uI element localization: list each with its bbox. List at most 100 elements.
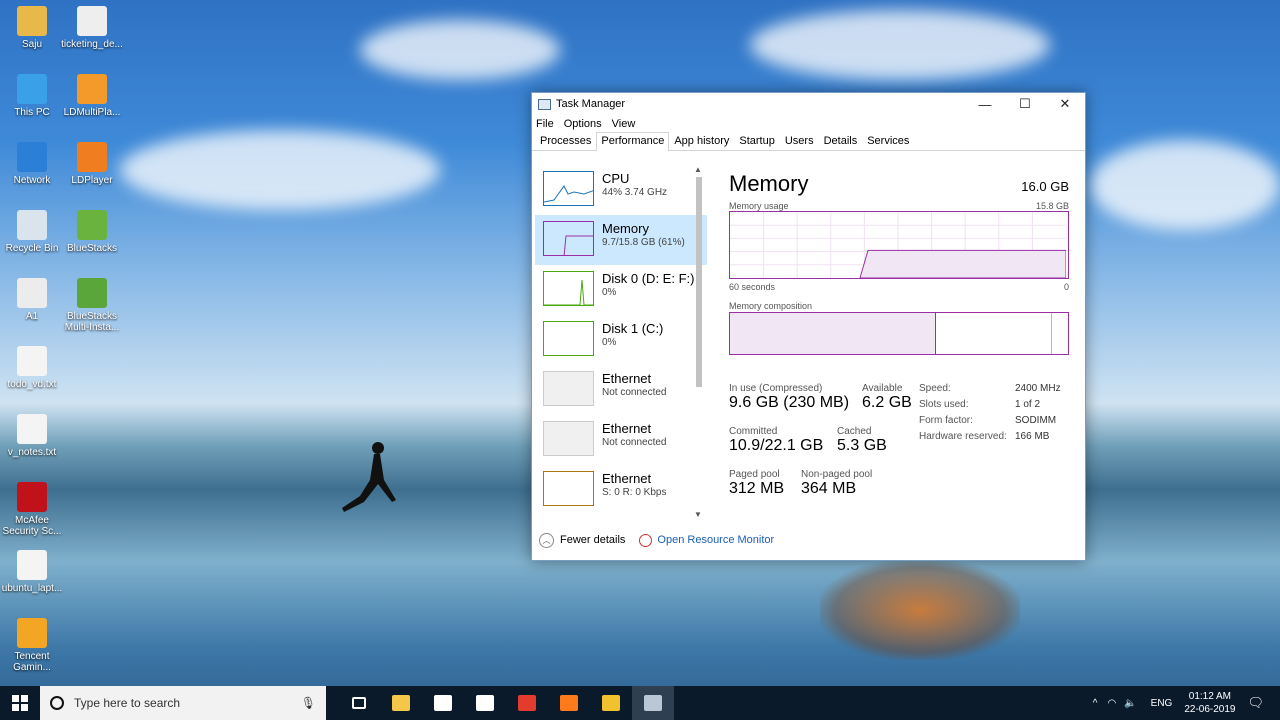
resource-detail: 0% — [602, 337, 617, 348]
resource-sparkline — [544, 372, 594, 406]
resource-list-scrollbar[interactable]: ▲ ▼ — [693, 165, 705, 519]
paged-pool-value: 312 MB — [729, 480, 785, 497]
game-icon — [602, 695, 620, 711]
resource-item[interactable]: Ethernet Not connected — [535, 415, 707, 465]
maximize-button[interactable]: ☐ — [1005, 93, 1045, 115]
taskbar-task-manager-button[interactable] — [632, 686, 674, 720]
tab-bar: Processes Performance App history Startup Us… — [532, 132, 1085, 151]
taskbar-mail-button[interactable] — [464, 686, 506, 720]
show-hidden-icons-icon[interactable]: ^ — [1093, 698, 1098, 709]
chevron-up-icon[interactable]: ︿ — [539, 532, 554, 548]
committed-value: 10.9/22.1 GB — [729, 437, 824, 454]
resource-thumbnail-graph — [543, 271, 594, 306]
close-button[interactable]: ✕ — [1045, 93, 1085, 115]
clock-date: 22-06-2019 — [1184, 704, 1236, 715]
sparkline-line — [544, 279, 593, 305]
menu-options[interactable]: Options — [564, 118, 602, 130]
resource-item[interactable]: Ethernet S: 0 R: 0 Kbps — [535, 465, 707, 515]
spec-row: Speed: 2400 MHz — [919, 383, 1069, 394]
desktop-icon[interactable]: McAfee Security Sc... — [0, 482, 67, 537]
cached-value: 5.3 GB — [837, 437, 887, 454]
scrollbar-thumb[interactable] — [696, 177, 702, 387]
desktop-icon-label: ubuntu_lapt... — [1, 583, 63, 594]
spec-value: 2400 MHz — [1015, 383, 1061, 394]
sun-reflection — [820, 560, 1020, 660]
desktop-icon-image — [17, 550, 47, 580]
desktop-icon-label: LDMultiPla... — [63, 107, 121, 118]
network-icon[interactable]: ◠ — [1107, 698, 1116, 709]
taskbar-store-button[interactable] — [422, 686, 464, 720]
desktop-icon[interactable]: Tencent Gamin... — [0, 618, 67, 673]
tab-processes[interactable]: Processes — [535, 132, 596, 150]
desktop-icon[interactable]: LDMultiPla... — [57, 74, 127, 118]
tab-app-history[interactable]: App history — [669, 132, 734, 150]
desktop-icon-image — [17, 346, 47, 376]
cloud — [120, 130, 440, 210]
resource-item[interactable]: Disk 1 (C:) 0% — [535, 315, 707, 365]
tab-details[interactable]: Details — [819, 132, 863, 150]
non-paged-pool-value: 364 MB — [801, 480, 857, 497]
desktop-icon[interactable]: BlueStacks Multi-Insta... — [57, 278, 127, 333]
language-indicator[interactable]: ENG — [1151, 698, 1173, 709]
time-span-label: 60 seconds — [729, 282, 776, 292]
volume-icon[interactable]: 🔈 — [1124, 698, 1136, 709]
desktop-icon-image — [17, 74, 47, 104]
fewer-details-link[interactable]: Fewer details — [560, 534, 625, 546]
taskbar: Type here to search 🎙 ^ ◠ 🔈 ENG 01:12 AM… — [0, 686, 1280, 720]
open-resource-monitor-link[interactable]: Open Resource Monitor — [657, 534, 774, 546]
spec-label: Hardware reserved: — [919, 431, 1007, 442]
desktop-icon[interactable]: ubuntu_lapt... — [0, 550, 67, 594]
desktop-icon[interactable]: BlueStacks — [57, 210, 127, 254]
desktop-icon[interactable]: v_notes.txt — [0, 414, 67, 458]
taskbar-file-explorer-button[interactable] — [380, 686, 422, 720]
cloud — [360, 20, 560, 80]
available-value: 6.2 GB — [862, 394, 912, 411]
minimize-button[interactable]: — — [965, 93, 1005, 115]
non-paged-pool-label: Non-paged pool — [801, 469, 873, 480]
resource-thumbnail-graph — [543, 421, 594, 456]
taskbar-firefox-button[interactable] — [548, 686, 590, 720]
resource-item[interactable]: CPU 44% 3.74 GHz — [535, 165, 707, 215]
resource-sparkline — [544, 185, 593, 203]
tab-startup[interactable]: Startup — [734, 132, 779, 150]
title-bar[interactable]: Task Manager — ☐ ✕ — [532, 93, 1085, 115]
resource-name: CPU — [602, 171, 630, 186]
memory-total: 16.0 GB — [1021, 179, 1069, 194]
desktop-icon-image — [77, 278, 107, 308]
tab-services[interactable]: Services — [862, 132, 914, 150]
taskbar-task-view-button[interactable] — [338, 686, 380, 720]
memory-panel: Memory 16.0 GB Memory usage 15.8 GB 60 s… — [729, 171, 1069, 355]
menu-view[interactable]: View — [612, 118, 636, 130]
system-tray: ^ ◠ 🔈 ENG 01:12 AM 22-06-2019 🗨 — [1093, 686, 1280, 720]
scroll-down-arrow-icon[interactable]: ▼ — [694, 510, 702, 519]
microphone-icon[interactable]: 🎙 — [301, 696, 316, 710]
desktop-icon-image — [17, 142, 47, 172]
taskbar-search-box[interactable]: Type here to search 🎙 — [40, 686, 326, 720]
desktop-icon-image — [77, 6, 107, 36]
spec-value: 166 MB — [1015, 431, 1050, 442]
memory-usage-area — [859, 249, 1067, 278]
resource-detail: 9.7/15.8 GB (61%) — [602, 237, 685, 248]
scroll-up-arrow-icon[interactable]: ▲ — [694, 165, 702, 174]
desktop-icon[interactable]: LDPlayer — [57, 142, 127, 186]
resource-thumbnail-graph — [543, 321, 594, 356]
start-button[interactable] — [0, 686, 40, 720]
clock[interactable]: 01:12 AM 22-06-2019 — [1184, 690, 1235, 716]
desktop-icon[interactable]: ticketing_de... — [57, 6, 127, 50]
tab-users[interactable]: Users — [780, 132, 819, 150]
taskbar-game-button[interactable] — [590, 686, 632, 720]
notifications-icon[interactable]: 🗨 — [1247, 695, 1264, 711]
desktop-icon-label: LDPlayer — [71, 175, 113, 186]
tab-performance[interactable]: Performance — [596, 132, 670, 151]
memory-title: Memory — [729, 171, 809, 196]
task-view-icon — [352, 697, 366, 709]
task-manager-icon — [644, 695, 662, 711]
desktop-icon-image — [77, 142, 107, 172]
taskbar-opera-button[interactable] — [506, 686, 548, 720]
desktop-icon[interactable]: todo_vd.txt — [0, 346, 67, 390]
resource-item[interactable]: Disk 0 (D: E: F:) 0% — [535, 265, 707, 315]
resource-item[interactable]: Memory 9.7/15.8 GB (61%) — [535, 215, 707, 265]
memory-usage-max: 15.8 GB — [1035, 201, 1069, 211]
menu-file[interactable]: File — [536, 118, 554, 130]
resource-item[interactable]: Ethernet Not connected — [535, 365, 707, 415]
